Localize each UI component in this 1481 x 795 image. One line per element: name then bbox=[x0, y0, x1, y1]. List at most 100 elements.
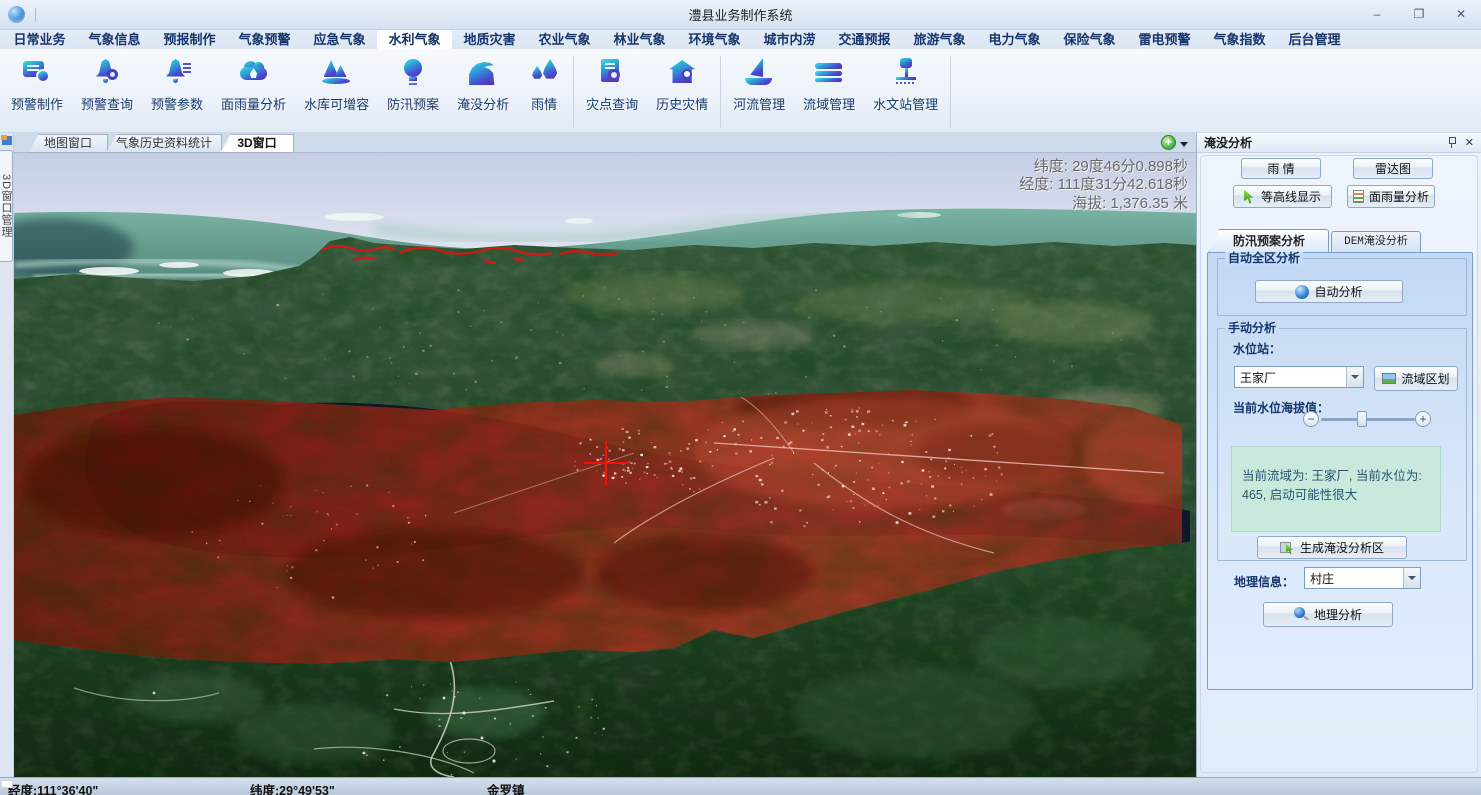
menu-item-insurance-weather[interactable]: 保险气象 bbox=[1052, 30, 1127, 49]
basin-picture-icon bbox=[1382, 373, 1396, 384]
combo-arrow-button[interactable] bbox=[1346, 367, 1363, 387]
toolbar-label: 面雨量分析 bbox=[221, 94, 286, 113]
menu-bar: 日常业务 气象信息 预报制作 气象预警 应急气象 水利气象 地质灾害 农业气象 … bbox=[0, 30, 1481, 49]
menu-item-forestry-weather[interactable]: 林业气象 bbox=[602, 30, 677, 49]
menu-item-environment-weather[interactable]: 环境气象 bbox=[677, 30, 752, 49]
panel-close-icon[interactable]: ✕ bbox=[1465, 136, 1474, 149]
toolbar-label: 水文站管理 bbox=[873, 94, 938, 113]
menu-item-weather-index[interactable]: 气象指数 bbox=[1202, 30, 1277, 49]
inundation-analysis-panel: 淹没分析 ✕ 雨 情 雷达图 等高线显示 面雨量分析 防汛预案分析 DEM淹没分… bbox=[1196, 133, 1481, 777]
minimize-button[interactable]: – bbox=[1363, 4, 1391, 24]
geo-analyze-button[interactable]: 地理分析 bbox=[1263, 602, 1393, 627]
tab-map-window[interactable]: 地图窗口 bbox=[28, 134, 108, 153]
lightbulb-icon bbox=[396, 57, 430, 89]
menu-item-traffic-forecast[interactable]: 交通预报 bbox=[827, 30, 902, 49]
corner-box bbox=[1, 780, 13, 788]
toolbar-item-hydrostation-management[interactable]: 水文站管理 bbox=[864, 56, 947, 114]
slider-handle[interactable] bbox=[1357, 411, 1367, 427]
toolbar-item-warning-params[interactable]: 预警参数 bbox=[142, 56, 212, 114]
rain-condition-button[interactable]: 雨 情 bbox=[1241, 158, 1321, 179]
basin-zoning-button[interactable]: 流域区划 bbox=[1374, 366, 1458, 391]
toolbar-item-warning-create[interactable]: 预警制作 bbox=[2, 56, 72, 114]
toolbar-item-reservoir-capacity[interactable]: 水库可增容 bbox=[295, 56, 378, 114]
station-label: 水位站： bbox=[1233, 340, 1281, 357]
toolbar-item-rain-condition[interactable]: 雨情 bbox=[518, 56, 570, 114]
toolbar-item-flood-prevention-plan[interactable]: 防汛预案 bbox=[378, 56, 448, 114]
tab-weather-history-stats[interactable]: 气象历史资料统计 bbox=[106, 134, 222, 153]
toolbar-item-warning-query[interactable]: 预警查询 bbox=[72, 56, 142, 114]
menu-item-forecast-production[interactable]: 预报制作 bbox=[152, 30, 227, 49]
generate-inundation-zone-button[interactable]: 生成淹没分析区 bbox=[1257, 536, 1407, 559]
toolbar-separator bbox=[720, 56, 721, 128]
button-label: 自动分析 bbox=[1314, 283, 1362, 300]
tab-3d-window[interactable]: 3D窗口 bbox=[220, 134, 294, 153]
map-3d-viewport[interactable]: 纬度: 29度46分0.898秒 经度: 111度31分42.618秒 海拔: … bbox=[14, 153, 1196, 777]
toolbar-label: 预警制作 bbox=[11, 94, 63, 113]
terrain-scene bbox=[14, 153, 1196, 777]
document-tabstrip: 地图窗口 气象历史资料统计 3D窗口 + bbox=[14, 133, 1196, 153]
close-button[interactable]: ✕ bbox=[1447, 4, 1475, 24]
reservoir-trees-icon bbox=[320, 57, 354, 89]
dropdown-arrow-icon bbox=[1408, 576, 1416, 580]
status-town: 金罗镇 bbox=[487, 780, 525, 795]
menu-item-lightning-warning[interactable]: 雷电预警 bbox=[1127, 30, 1202, 49]
add-tab-button[interactable]: + bbox=[1161, 135, 1176, 150]
tab-list-dropdown-icon[interactable] bbox=[1180, 142, 1188, 147]
button-label: 生成淹没分析区 bbox=[1300, 539, 1384, 556]
menu-item-power-weather[interactable]: 电力气象 bbox=[977, 30, 1052, 49]
generate-zone-icon bbox=[1280, 541, 1295, 554]
toolbar-item-historical-disasters[interactable]: 历史灾情 bbox=[647, 56, 717, 114]
menu-item-backend-management[interactable]: 后台管理 bbox=[1277, 30, 1352, 49]
radar-image-button[interactable]: 雷达图 bbox=[1353, 158, 1433, 179]
slider-minus-button[interactable]: − bbox=[1303, 411, 1319, 427]
menu-item-daily-business[interactable]: 日常业务 bbox=[2, 30, 77, 49]
altitude-readout: 海拔: 1,376.35 米 bbox=[1019, 195, 1188, 213]
geo-info-value: 村庄 bbox=[1305, 570, 1403, 587]
geo-info-label: 地理信息： bbox=[1234, 573, 1294, 590]
menu-item-weather-warning[interactable]: 气象预警 bbox=[227, 30, 302, 49]
station-combobox[interactable]: 王家厂 bbox=[1234, 366, 1364, 388]
geo-info-combobox[interactable]: 村庄 bbox=[1304, 567, 1421, 589]
hydro-station-icon bbox=[889, 57, 923, 89]
window-title: 澧县业务制作系统 bbox=[0, 5, 1481, 24]
slider-track[interactable] bbox=[1321, 418, 1415, 421]
menu-item-weather-info[interactable]: 气象信息 bbox=[77, 30, 152, 49]
cloud-raindrop-icon bbox=[237, 57, 271, 89]
bell-search-icon bbox=[90, 57, 124, 89]
toolbar-item-disaster-point-query[interactable]: 灾点查询 bbox=[577, 56, 647, 114]
tab-flood-plan-analysis[interactable]: 防汛预案分析 bbox=[1209, 229, 1329, 252]
toolbar-item-river-management[interactable]: 河流管理 bbox=[724, 56, 794, 114]
left-dock-strip: 3D窗口管理 bbox=[0, 133, 14, 777]
green-cursor-icon bbox=[1244, 190, 1256, 204]
toolbar-item-inundation-analysis[interactable]: 淹没分析 bbox=[448, 56, 518, 114]
panel-header: 淹没分析 ✕ bbox=[1197, 133, 1481, 153]
menu-item-agriculture-weather[interactable]: 农业气象 bbox=[527, 30, 602, 49]
flood-status-infobox: 当前流域为: 王家厂, 当前水位为: 465, 启动可能性很大 bbox=[1231, 446, 1441, 532]
toolbar-label: 雨情 bbox=[531, 94, 557, 113]
menu-item-emergency-weather[interactable]: 应急气象 bbox=[302, 30, 377, 49]
auto-analyze-button[interactable]: 自动分析 bbox=[1255, 280, 1403, 303]
toolbar-label: 灾点查询 bbox=[586, 94, 638, 113]
panel-title: 淹没分析 bbox=[1204, 134, 1252, 151]
status-longitude: 经度:111°36'40" bbox=[8, 780, 98, 795]
flood-wave-icon bbox=[466, 57, 500, 89]
sidebar-tab-3d-window-manager[interactable]: 3D窗口管理 bbox=[0, 150, 13, 262]
title-bar: 澧县业务制作系统 – ❐ ✕ bbox=[0, 0, 1481, 30]
slider-plus-button[interactable]: + bbox=[1415, 411, 1431, 427]
combo-arrow-button[interactable] bbox=[1403, 568, 1420, 588]
menu-item-hydrology-weather[interactable]: 水利气象 bbox=[377, 30, 452, 49]
menu-item-tourism-weather[interactable]: 旅游气象 bbox=[902, 30, 977, 49]
pin-icon[interactable] bbox=[1447, 137, 1456, 148]
toolbar-item-areal-rainfall-analysis[interactable]: 面雨量分析 bbox=[212, 56, 295, 114]
tab-dem-inundation-analysis[interactable]: DEM淹没分析 bbox=[1331, 231, 1421, 252]
menu-item-geological-disaster[interactable]: 地质灾害 bbox=[452, 30, 527, 49]
bell-list-icon bbox=[160, 57, 194, 89]
maximize-button[interactable]: ❐ bbox=[1405, 4, 1433, 24]
button-label: 雷达图 bbox=[1375, 160, 1411, 177]
menu-item-urban-waterlogging[interactable]: 城市内涝 bbox=[752, 30, 827, 49]
areal-rainfall-button[interactable]: 面雨量分析 bbox=[1347, 185, 1435, 208]
magnifier-ball-icon bbox=[1294, 607, 1309, 622]
toolbar-item-basin-management[interactable]: 流域管理 bbox=[794, 56, 864, 114]
toolbar-separator bbox=[950, 56, 951, 128]
contour-display-button[interactable]: 等高线显示 bbox=[1233, 185, 1332, 208]
